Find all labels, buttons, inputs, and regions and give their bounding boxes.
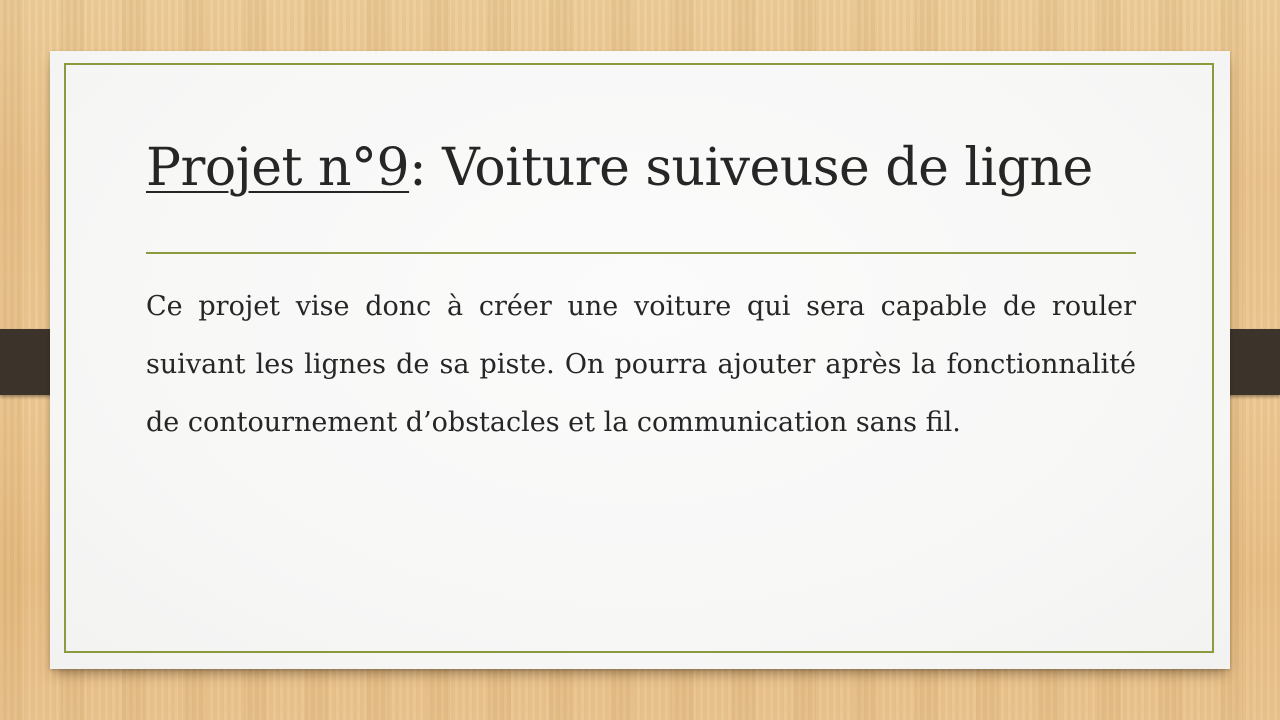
- slide-title: Projet n°9: Voiture suiveuse de ligne: [146, 137, 1093, 199]
- slide-title-project-number: Projet n°9: [146, 138, 410, 198]
- slide-card: Projet n°9: Voiture suiveuse de ligne Ce…: [50, 51, 1230, 669]
- slide-title-text: : Voiture suiveuse de ligne: [409, 138, 1093, 198]
- title-divider: [146, 252, 1136, 254]
- slide-body-text: Ce projet vise donc à créer une voiture …: [146, 291, 1136, 438]
